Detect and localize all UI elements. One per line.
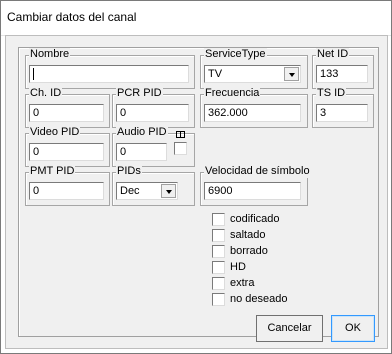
label-pmt-pid: PMT PID: [29, 165, 76, 178]
dialog-body: Nombre ServiceType TV Net ID 133 Ch. ID …: [5, 35, 388, 349]
group-service-type: ServiceType TV: [200, 48, 308, 89]
label-service-type: ServiceType: [204, 48, 267, 61]
checkbox-label: codificado: [230, 213, 280, 225]
text-caret: [33, 68, 34, 81]
label-ts-id: TS ID: [316, 87, 347, 100]
checkbox-box[interactable]: [212, 229, 225, 242]
group-pmt-pid: PMT PID 0: [25, 165, 110, 206]
service-type-select[interactable]: TV: [204, 65, 301, 83]
group-ch-id: Ch. ID 0: [25, 87, 110, 128]
nombre-input[interactable]: [29, 65, 189, 83]
group-pcr-pid: PCR PID 0: [112, 87, 195, 128]
group-audio-pid: Audio PID 0: [112, 126, 195, 167]
group-pids: PIDs Dec: [112, 165, 195, 206]
checkbox-box[interactable]: [212, 245, 225, 258]
audio-track-icon: [176, 131, 185, 138]
audio-pid-checkbox[interactable]: [174, 142, 187, 155]
net-id-input[interactable]: 133: [316, 65, 368, 83]
group-frecuencia: Frecuencia 362.000: [200, 87, 308, 128]
pids-dropdown-button[interactable]: [161, 184, 176, 198]
checkbox-label: borrado: [230, 245, 268, 257]
video-pid-input[interactable]: 0: [29, 143, 104, 161]
checkbox-box[interactable]: [212, 277, 225, 290]
group-velocidad: Velocidad de símbolo 6900: [200, 165, 311, 206]
service-type-value: TV: [208, 68, 223, 80]
chevron-down-icon: [166, 190, 172, 194]
chevron-down-icon: [289, 73, 295, 77]
checkbox-label: HD: [230, 261, 246, 273]
checkbox-label: saltado: [230, 229, 266, 241]
checkbox-box[interactable]: [212, 293, 225, 306]
group-nombre: Nombre: [25, 48, 195, 89]
label-velocidad: Velocidad de símbolo: [204, 165, 311, 178]
cancel-button[interactable]: Cancelar: [256, 315, 323, 342]
label-pids: PIDs: [116, 165, 142, 178]
form-panel: Nombre ServiceType TV Net ID 133 Ch. ID …: [18, 47, 379, 342]
ts-id-input[interactable]: 3: [316, 104, 368, 122]
ch-id-input[interactable]: 0: [29, 104, 104, 122]
checkbox-label: no deseado: [230, 293, 288, 305]
checkbox-label: extra: [230, 277, 255, 289]
pmt-pid-input[interactable]: 0: [29, 182, 104, 200]
title-bar[interactable]: Cambiar datos del canal: [1, 1, 391, 36]
label-frecuencia: Frecuencia: [204, 87, 261, 100]
dialog-window: Cambiar datos del canal Nombre ServiceTy…: [0, 0, 392, 354]
frecuencia-input[interactable]: 362.000: [204, 104, 301, 122]
pcr-pid-input[interactable]: 0: [116, 104, 189, 122]
velocidad-input[interactable]: 6900: [204, 182, 301, 200]
window-title: Cambiar datos del canal: [7, 10, 137, 24]
label-ch-id: Ch. ID: [29, 87, 63, 100]
service-type-dropdown-button[interactable]: [284, 67, 299, 81]
pids-select[interactable]: Dec: [116, 182, 178, 200]
checkbox-box[interactable]: [212, 261, 225, 274]
group-net-id: Net ID 133: [312, 48, 374, 89]
label-audio-pid: Audio PID: [116, 126, 168, 139]
pids-value: Dec: [120, 185, 140, 197]
label-video-pid: Video PID: [29, 126, 81, 139]
group-ts-id: TS ID 3: [312, 87, 374, 128]
label-nombre: Nombre: [29, 48, 71, 61]
label-pcr-pid: PCR PID: [116, 87, 163, 100]
label-net-id: Net ID: [316, 48, 350, 61]
audio-pid-input[interactable]: 0: [116, 143, 167, 161]
ok-button[interactable]: OK: [331, 315, 375, 342]
group-video-pid: Video PID 0: [25, 126, 110, 167]
checkbox-box[interactable]: [212, 213, 225, 226]
